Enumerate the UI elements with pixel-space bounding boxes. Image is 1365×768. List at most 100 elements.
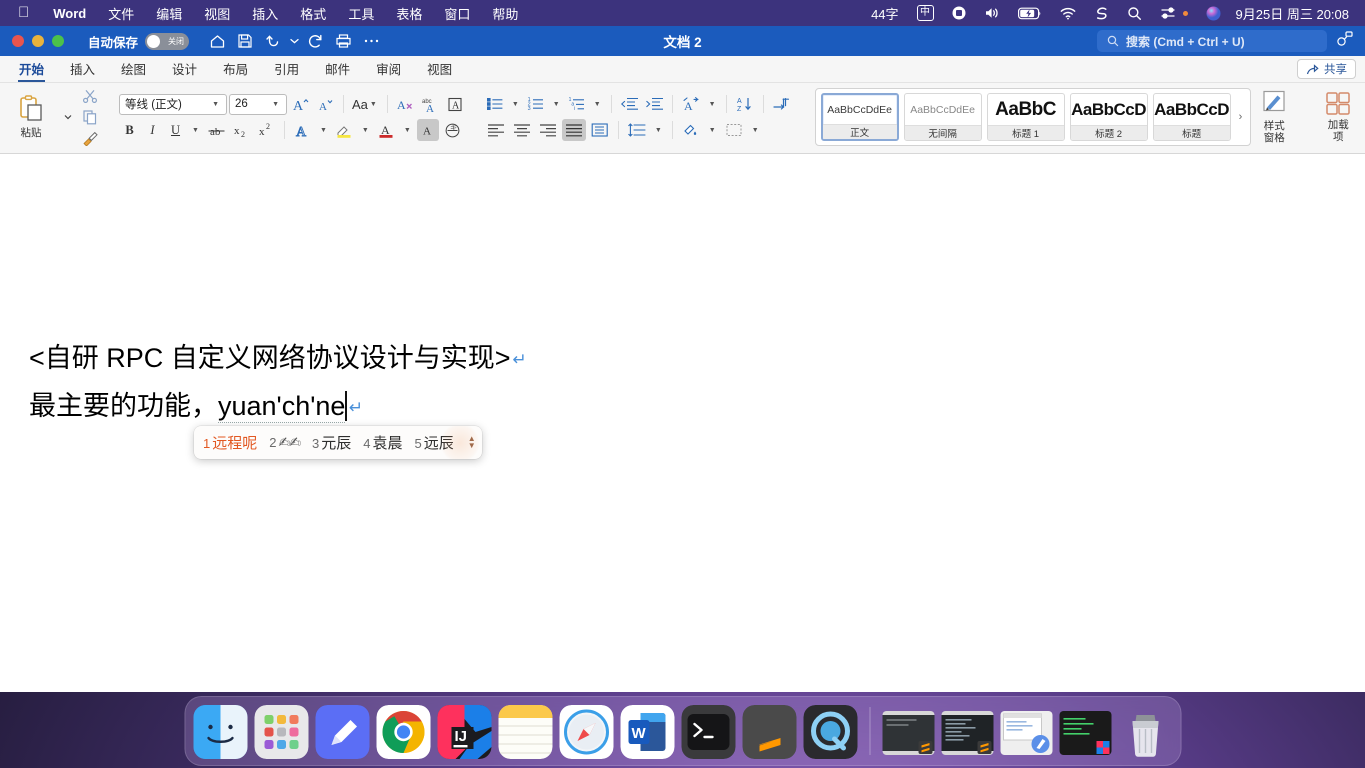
style-item-normal[interactable]: AaBbCcDdEe 正文 xyxy=(820,93,899,141)
dock-item-terminal[interactable] xyxy=(681,705,735,759)
shrink-font-icon[interactable]: A xyxy=(314,93,337,115)
font-name-combobox[interactable]: 等线 (正文) ▼ xyxy=(119,93,227,115)
autosave-control[interactable]: 自动保存 关闭 xyxy=(88,32,190,51)
shading-caret[interactable]: ▼ xyxy=(705,119,720,141)
asian-layout-icon[interactable]: A xyxy=(679,93,703,115)
sogou-icon[interactable] xyxy=(1085,6,1118,21)
dock-minimized-sublime-window-2[interactable] xyxy=(941,711,993,755)
menu-item-window[interactable]: 窗口 xyxy=(433,4,481,23)
multilevel-list-icon[interactable]: 1 a i xyxy=(566,93,588,115)
font-color-icon[interactable]: A xyxy=(375,119,398,141)
ribbon-tab-references[interactable]: 引用 xyxy=(261,59,312,82)
highlight-color-icon[interactable] xyxy=(333,119,356,141)
battery-charging-icon[interactable] xyxy=(1009,7,1051,20)
subscript-icon[interactable]: x2 xyxy=(230,119,253,141)
more-icon[interactable] xyxy=(357,29,385,53)
gallery-more-icon[interactable]: › xyxy=(1236,111,1246,123)
borders-caret[interactable]: ▼ xyxy=(748,119,763,141)
autosave-toggle[interactable]: 关闭 xyxy=(145,32,190,50)
paste-options-caret[interactable] xyxy=(57,106,79,128)
underline-caret[interactable]: ▼ xyxy=(188,119,203,141)
home-icon[interactable] xyxy=(203,29,231,53)
phonetic-guide-icon[interactable]: abc A xyxy=(419,93,442,115)
dock-minimized-preview-window[interactable] xyxy=(1000,711,1052,755)
dock-item-quicktime-player[interactable] xyxy=(803,705,857,759)
multilevel-caret[interactable]: ▼ xyxy=(590,93,605,115)
close-window-button[interactable] xyxy=(12,35,24,47)
menu-item-insert[interactable]: 插入 xyxy=(241,4,289,23)
apple-logo-icon[interactable]:  xyxy=(8,5,42,20)
dock-item-sublime-text[interactable] xyxy=(742,705,796,759)
record-stop-icon[interactable] xyxy=(943,6,975,20)
maximize-window-button[interactable] xyxy=(52,35,64,47)
font-color-caret[interactable]: ▼ xyxy=(400,119,415,141)
ime-candidate-2[interactable]: 2 ✍✍ xyxy=(269,434,301,451)
paste-button[interactable]: 粘贴 xyxy=(5,86,57,148)
clear-formatting-icon[interactable]: A xyxy=(394,93,417,115)
underline-button[interactable]: U xyxy=(165,119,186,141)
decrease-indent-icon[interactable] xyxy=(618,93,641,115)
distribute-icon[interactable] xyxy=(588,119,612,141)
dock-item-notes-editor[interactable] xyxy=(315,705,369,759)
menu-item-edit[interactable]: 编辑 xyxy=(145,4,193,23)
ime-candidate-popup[interactable]: 1 远程呢 2 ✍✍ 3 元辰 4 袁晨 5 远辰 ▲ ▼ xyxy=(194,426,482,459)
ribbon-tab-insert[interactable]: 插入 xyxy=(57,59,108,82)
document-paragraph-2[interactable]: 最主要的功能，yuan'ch'ne ↵ xyxy=(29,384,363,423)
ribbon-tab-home[interactable]: 开始 xyxy=(6,59,57,82)
volume-icon[interactable] xyxy=(975,6,1009,20)
menu-item-word[interactable]: Word xyxy=(42,6,97,21)
print-icon[interactable] xyxy=(329,29,357,53)
ime-pagination[interactable]: ▲ ▼ xyxy=(468,435,476,450)
document-paragraph-1[interactable]: <自研 RPC 自定义网络协议设计与实现> ↵ xyxy=(29,336,527,375)
minimize-window-button[interactable] xyxy=(32,35,44,47)
style-item-heading-2[interactable]: AaBbCcD 标题 2 xyxy=(1069,93,1148,141)
menu-item-view[interactable]: 视图 xyxy=(193,4,241,23)
bullet-list-icon[interactable] xyxy=(484,93,506,115)
menu-item-file[interactable]: 文件 xyxy=(97,4,145,23)
control-center-icon[interactable] xyxy=(1151,6,1197,20)
dock-item-intellij-idea[interactable]: IJ xyxy=(437,705,491,759)
dock-item-google-chrome[interactable] xyxy=(376,705,430,759)
justify-icon[interactable] xyxy=(561,119,586,141)
character-border-icon[interactable]: キ xyxy=(441,119,464,141)
bold-button[interactable]: B xyxy=(119,119,140,141)
dock-item-notes[interactable] xyxy=(498,705,552,759)
ribbon-tab-view[interactable]: 视图 xyxy=(414,59,465,82)
menu-datetime[interactable]: 9月25日 周三 20:08 xyxy=(1230,4,1353,23)
ime-indicator-menu[interactable]: 中 xyxy=(908,5,943,21)
add-ins-button[interactable]: 加载 项 xyxy=(1315,86,1361,148)
scissors-icon[interactable] xyxy=(79,86,101,106)
ribbon-tab-review[interactable]: 审阅 xyxy=(363,59,414,82)
wifi-icon[interactable] xyxy=(1051,7,1085,20)
dock-minimized-sublime-window-1[interactable] xyxy=(882,711,934,755)
menu-item-table[interactable]: 表格 xyxy=(385,4,433,23)
menu-item-format[interactable]: 格式 xyxy=(289,4,337,23)
save-icon[interactable] xyxy=(231,29,259,53)
character-shading-icon[interactable]: A xyxy=(416,119,439,141)
menu-word-count[interactable]: 44字 xyxy=(862,4,907,23)
dock-item-trash[interactable] xyxy=(1118,705,1172,759)
numbering-caret[interactable]: ▼ xyxy=(549,93,564,115)
menu-item-help[interactable]: 帮助 xyxy=(481,4,529,23)
dock-item-microsoft-word[interactable]: W xyxy=(620,705,674,759)
ribbon-tab-draw[interactable]: 绘图 xyxy=(108,59,159,82)
font-size-combobox[interactable]: 26 ▼ xyxy=(229,93,287,115)
superscript-icon[interactable]: x2 xyxy=(255,119,278,141)
numbered-list-icon[interactable]: 1 2 3 xyxy=(525,93,547,115)
ime-candidate-5[interactable]: 5 远辰 xyxy=(414,432,453,453)
ime-candidate-1[interactable]: 1 远程呢 xyxy=(203,432,257,453)
ribbon-tab-design[interactable]: 设计 xyxy=(159,59,210,82)
align-left-icon[interactable] xyxy=(484,119,508,141)
ribbon-tab-mailings[interactable]: 邮件 xyxy=(312,59,363,82)
undo-caret-icon[interactable] xyxy=(287,29,301,53)
line-spacing-icon[interactable] xyxy=(625,119,649,141)
align-center-icon[interactable] xyxy=(510,119,534,141)
line-spacing-caret[interactable]: ▼ xyxy=(651,119,666,141)
text-effects-icon[interactable]: A xyxy=(291,119,314,141)
grow-font-icon[interactable]: A xyxy=(289,93,312,115)
strikethrough-icon[interactable]: ab xyxy=(205,119,228,141)
bullet-caret[interactable]: ▼ xyxy=(508,93,523,115)
search-icon[interactable] xyxy=(1118,6,1151,21)
style-item-title[interactable]: AaBbCcD 标题 xyxy=(1152,93,1231,141)
text-effects-caret[interactable]: ▼ xyxy=(316,119,331,141)
